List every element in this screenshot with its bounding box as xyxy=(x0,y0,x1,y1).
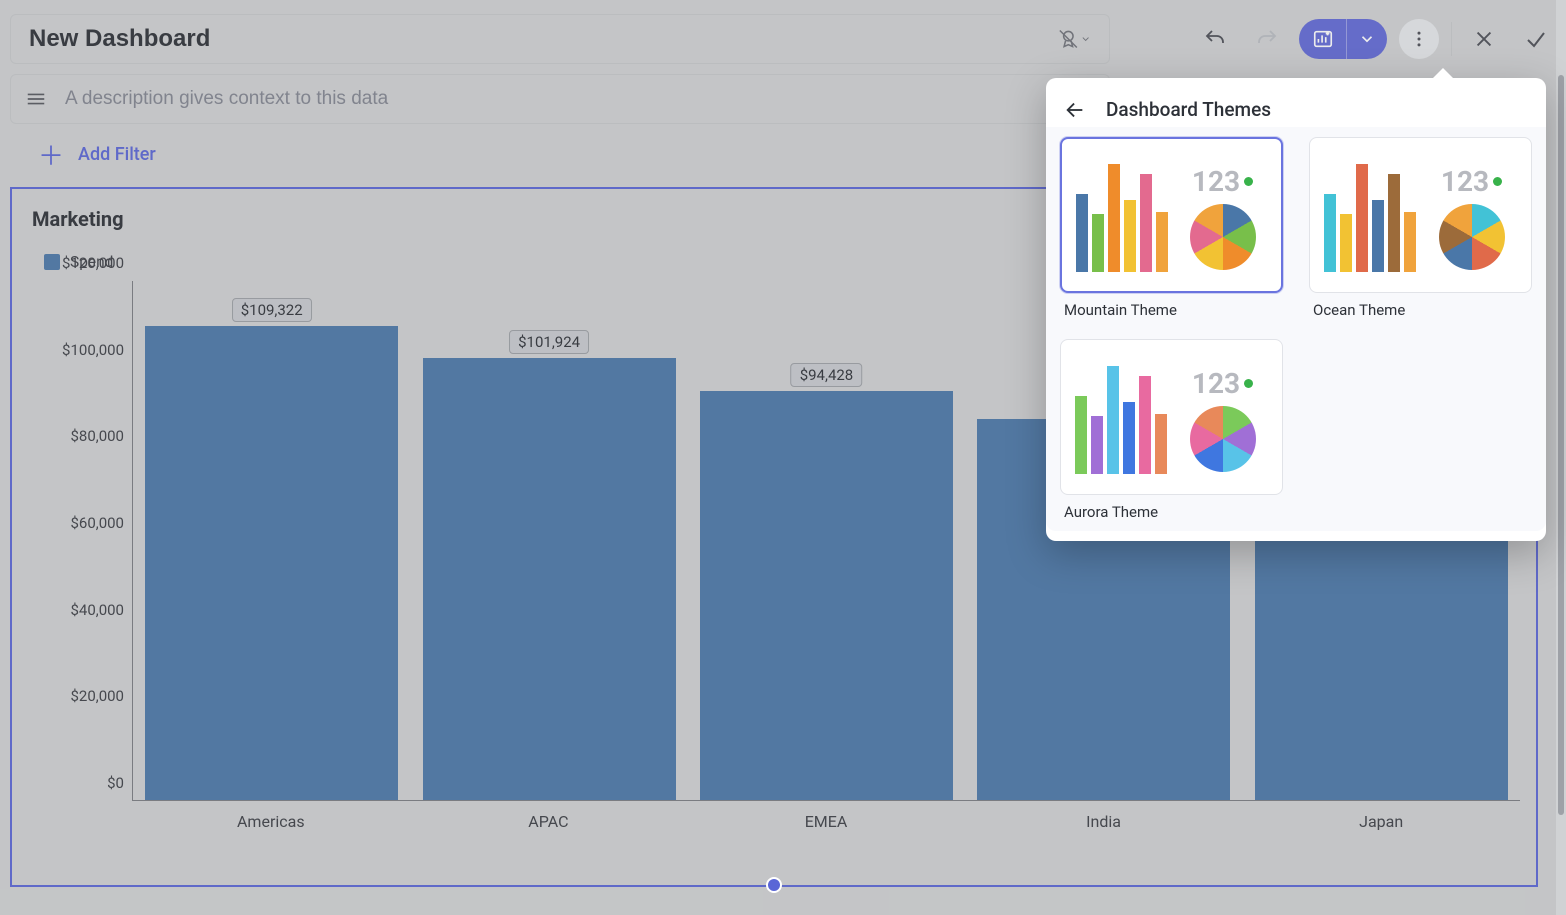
theme-preview-pie xyxy=(1439,204,1505,270)
theme-preview-number: 123 xyxy=(1192,367,1253,400)
back-button[interactable] xyxy=(1064,99,1086,121)
title-row xyxy=(10,14,1556,64)
description-handle-icon[interactable] xyxy=(25,88,47,110)
close-button[interactable] xyxy=(1464,19,1504,59)
undo-button[interactable] xyxy=(1195,19,1235,59)
redo-button[interactable] xyxy=(1247,19,1287,59)
toolbar-separator xyxy=(1451,22,1452,56)
app-root: ＋ Add Filter Marketing Spend $0$20,000$4… xyxy=(0,0,1566,915)
scrollbar-track xyxy=(1556,0,1566,915)
bar[interactable]: $109,322 xyxy=(145,326,398,800)
dashboard-title-input[interactable] xyxy=(29,25,1057,53)
theme-name-label: Ocean Theme xyxy=(1309,301,1532,319)
theme-preview-bars xyxy=(1324,162,1416,272)
popover-title: Dashboard Themes xyxy=(1106,98,1271,121)
theme-preview-bars xyxy=(1075,364,1167,474)
theme-preview-pie xyxy=(1190,406,1256,472)
bar-value-label: $101,924 xyxy=(509,330,589,354)
toolbar xyxy=(1195,19,1556,59)
themes-popover: Dashboard Themes 123 Mountain Theme 123 Oce… xyxy=(1046,78,1546,541)
legend-swatch xyxy=(44,254,60,270)
description-row xyxy=(10,74,1110,124)
theme-preview-bars xyxy=(1076,162,1168,272)
y-tick: $80,000 xyxy=(70,427,124,445)
theme-thumbnail[interactable]: 123 xyxy=(1060,137,1283,293)
theme-thumbnail[interactable]: 123 xyxy=(1060,339,1283,495)
bar-value-label: $109,322 xyxy=(232,298,312,322)
description-input[interactable] xyxy=(65,88,1095,110)
theme-card[interactable]: 123 Ocean Theme xyxy=(1309,137,1532,319)
x-tick: EMEA xyxy=(694,812,958,831)
bar-group: $109,322 xyxy=(140,326,404,800)
theme-preview-number: 123 xyxy=(1441,165,1502,198)
plus-icon: ＋ xyxy=(38,136,64,173)
bar-group: $101,924 xyxy=(417,358,681,800)
themes-grid: 123 Mountain Theme 123 Ocean Theme 123 Aurora… xyxy=(1046,127,1546,531)
title-input-container xyxy=(10,14,1110,64)
theme-preview-pie xyxy=(1190,204,1256,270)
y-tick: $100,000 xyxy=(62,341,124,359)
y-tick: $60,000 xyxy=(70,514,124,532)
popover-header: Dashboard Themes xyxy=(1046,78,1546,127)
bar-value-label: $94,428 xyxy=(791,363,863,387)
award-off-icon[interactable] xyxy=(1057,22,1091,56)
confirm-button[interactable] xyxy=(1516,19,1556,59)
y-tick: $40,000 xyxy=(70,601,124,619)
x-axis: Americas APAC EMEA India Japan xyxy=(132,801,1520,841)
theme-name-label: Mountain Theme xyxy=(1060,301,1283,319)
y-tick: $20,000 xyxy=(70,687,124,705)
x-tick: Japan xyxy=(1249,812,1513,831)
theme-thumbnail[interactable]: 123 xyxy=(1309,137,1532,293)
y-tick: $120,000 xyxy=(62,254,124,272)
x-tick: Americas xyxy=(139,812,403,831)
add-chart-icon[interactable] xyxy=(1299,19,1347,59)
bar-group: $94,428 xyxy=(695,391,959,800)
theme-name-label: Aurora Theme xyxy=(1060,503,1283,521)
panel-resize-handle[interactable] xyxy=(766,877,782,893)
bar[interactable]: $101,924 xyxy=(423,358,676,800)
theme-preview-number: 123 xyxy=(1192,165,1253,198)
chevron-down-icon[interactable] xyxy=(1347,19,1387,59)
x-tick: APAC xyxy=(417,812,681,831)
add-widget-split-button[interactable] xyxy=(1299,19,1387,59)
theme-card[interactable]: 123 Aurora Theme xyxy=(1060,339,1283,521)
y-tick: $0 xyxy=(107,774,124,792)
scrollbar-thumb[interactable] xyxy=(1558,75,1564,815)
add-filter-label: Add Filter xyxy=(78,144,156,165)
theme-card[interactable]: 123 Mountain Theme xyxy=(1060,137,1283,319)
more-options-button[interactable] xyxy=(1399,19,1439,59)
add-filter-button[interactable]: ＋ Add Filter xyxy=(38,136,156,173)
y-axis: $0$20,000$40,000$60,000$80,000$100,000$1… xyxy=(32,281,132,841)
x-tick: India xyxy=(972,812,1236,831)
bar[interactable]: $94,428 xyxy=(700,391,953,800)
